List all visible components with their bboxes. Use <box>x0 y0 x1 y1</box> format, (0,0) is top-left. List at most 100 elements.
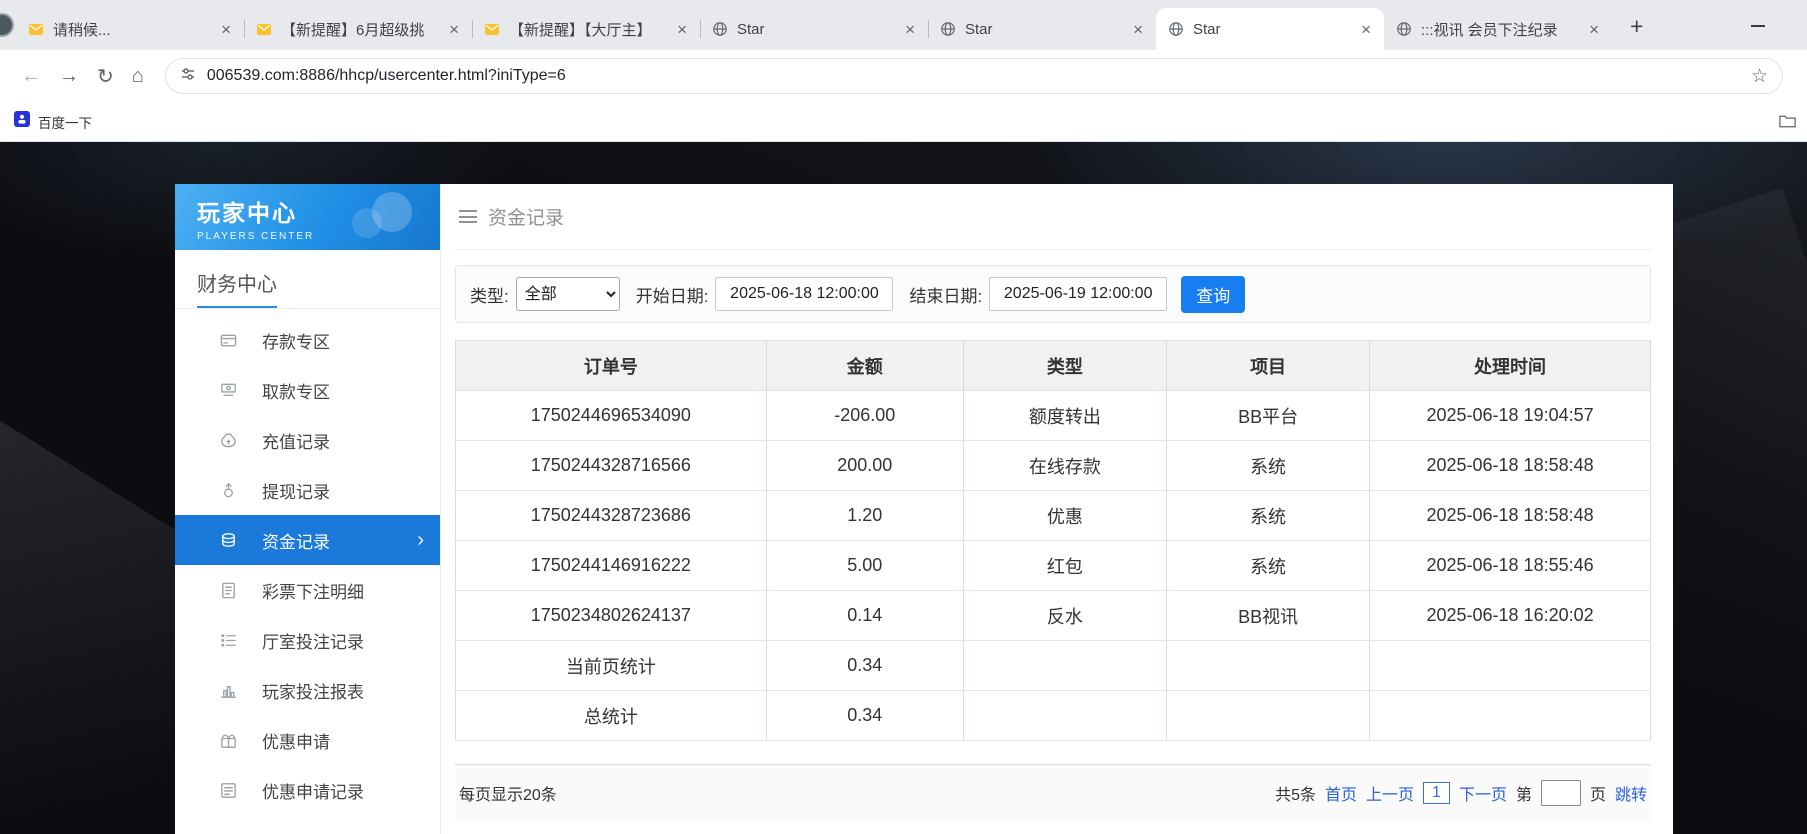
type-select[interactable]: 全部 <box>515 277 620 311</box>
prev-page-link[interactable]: 上一页 <box>1366 781 1414 805</box>
next-page-link[interactable]: 下一页 <box>1459 781 1507 805</box>
start-date-label: 开始日期: <box>635 286 709 306</box>
home-icon[interactable]: ⌂ <box>123 61 153 92</box>
table-cell <box>962 640 1168 691</box>
table-cell <box>962 690 1168 741</box>
sidebar-item-player-bet-report[interactable]: 玩家投注报表 <box>175 665 440 715</box>
pagination: 共5条 首页 上一页 1 下一页 第 页 跳转 <box>1275 780 1647 806</box>
browser-tab-6-active[interactable]: Star × <box>1156 8 1384 50</box>
table-footer: 每页显示20条 共5条 首页 上一页 1 下一页 第 页 跳转 <box>455 764 1651 821</box>
tab-title: Star <box>737 20 765 38</box>
sidebar-title: 玩家中心 <box>197 200 297 226</box>
browser-tab-4[interactable]: Star × <box>700 8 928 50</box>
sidebar-item-label: 优惠申请 <box>262 732 330 752</box>
table-row: 1750244328716566 200.00 在线存款 系统 2025-06-… <box>455 440 1651 491</box>
table-row: 1750234802624137 0.14 反水 BB视讯 2025-06-18… <box>455 590 1651 641</box>
tab-title: Star <box>1193 20 1221 38</box>
bookmark-star-icon[interactable]: ☆ <box>1751 65 1768 88</box>
table-cell: 1750244146916222 <box>455 540 767 591</box>
globe-favicon <box>712 21 728 37</box>
table-cell: BB视讯 <box>1165 590 1371 641</box>
sidebar-item-withdrawal-records[interactable]: 提现记录 <box>175 465 440 515</box>
address-bar[interactable]: 006539.com:8886/hhcp/usercenter.html?ini… <box>164 58 1783 94</box>
globe-favicon <box>940 21 956 37</box>
sidebar-section-personal: 个人中心 <box>175 815 440 834</box>
url-text[interactable]: 006539.com:8886/hhcp/usercenter.html?ini… <box>207 67 1740 85</box>
tab-close-icon[interactable]: × <box>674 21 690 38</box>
table-header-row: 订单号 金额 类型 项目 处理时间 <box>455 340 1651 391</box>
tab-close-icon[interactable]: × <box>446 21 462 38</box>
globe-favicon <box>1396 21 1412 37</box>
sidebar-section-label: 财务中心 <box>197 268 277 308</box>
tab-close-icon[interactable]: × <box>1130 21 1146 38</box>
sidebar-header: 玩家中心 PLAYERS CENTER <box>175 184 440 250</box>
table-row: 1750244146916222 5.00 红包 系统 2025-06-18 1… <box>455 540 1651 591</box>
table-cell: 在线存款 <box>962 440 1168 491</box>
col-header-time: 处理时间 <box>1369 340 1651 391</box>
total-count-text: 共5条 <box>1275 787 1316 804</box>
sidebar: 玩家中心 PLAYERS CENTER 财务中心 存款专区 取款专区 充值记录 <box>175 184 441 834</box>
query-button[interactable]: 查询 <box>1181 275 1246 313</box>
tab-close-icon[interactable]: × <box>902 21 918 38</box>
table-cell: 2025-06-18 18:58:48 <box>1369 440 1651 491</box>
tab-close-icon[interactable]: × <box>218 21 234 38</box>
sidebar-item-label: 取款专区 <box>262 382 330 402</box>
funds-records-table: 订单号 金额 类型 项目 处理时间 1750244696534090 -206.… <box>455 340 1651 741</box>
end-date-input[interactable] <box>989 277 1168 311</box>
tab-close-icon[interactable]: × <box>1358 21 1374 38</box>
sidebar-item-recharge-records[interactable]: 充值记录 <box>175 415 440 465</box>
site-settings-icon[interactable] <box>180 66 196 87</box>
bookmark-baidu[interactable]: 百度一下 <box>14 111 92 132</box>
sidebar-item-label: 彩票下注明细 <box>262 582 364 602</box>
hall-bet-list-icon <box>219 631 238 650</box>
first-page-link[interactable]: 首页 <box>1325 781 1357 805</box>
sidebar-item-funds-records[interactable]: 资金记录 › <box>175 515 440 565</box>
browser-tab-7[interactable]: :::视讯 会员下注纪录 × <box>1384 8 1612 50</box>
table-cell <box>1369 640 1651 691</box>
table-cell: 2025-06-18 18:55:46 <box>1369 540 1651 591</box>
new-tab-button[interactable]: + <box>1624 13 1649 40</box>
table-cell: 200.00 <box>765 440 964 491</box>
table-cell: -206.00 <box>765 390 964 441</box>
forward-icon[interactable]: → <box>50 61 88 92</box>
tab-title: 【新提醒】6月超级挑 <box>281 21 425 39</box>
main-area: 资金记录 类型: 全部 开始日期: 结束日期: 查询 订单号 金额 <box>441 184 1673 834</box>
tab-title: 【新提醒】【大厅主】 <box>509 21 652 39</box>
table-cell: 反水 <box>962 590 1168 641</box>
sidebar-item-promo-apply-records[interactable]: 优惠申请记录 <box>175 765 440 815</box>
sidebar-item-deposit[interactable]: 存款专区 <box>175 315 440 365</box>
current-page-badge[interactable]: 1 <box>1423 782 1450 804</box>
table-cell: 2025-06-18 19:04:57 <box>1369 390 1651 441</box>
mail-favicon <box>256 21 272 37</box>
table-cell: 2025-06-18 16:20:02 <box>1369 590 1651 641</box>
table-cell: 优惠 <box>962 490 1168 541</box>
table-cell: 系统 <box>1165 440 1371 491</box>
bookmarks-folder-icon[interactable] <box>1778 112 1797 136</box>
sidebar-item-lottery-bet-detail[interactable]: 彩票下注明细 <box>175 565 440 615</box>
player-report-chart-icon <box>219 681 238 700</box>
browser-tab-5[interactable]: Star × <box>928 8 1156 50</box>
sidebar-item-label: 玩家投注报表 <box>262 682 364 702</box>
funds-coins-icon <box>219 531 238 550</box>
sidebar-item-label: 存款专区 <box>262 332 330 352</box>
browser-tab-2[interactable]: 【新提醒】6月超级挑 × <box>244 8 472 50</box>
bookmarks-bar: 百度一下 <box>0 102 1807 142</box>
page-jump-input[interactable] <box>1540 780 1581 806</box>
browser-tab-3[interactable]: 【新提醒】【大厅主】 × <box>472 8 700 50</box>
hamburger-icon[interactable] <box>459 210 477 223</box>
jump-link[interactable]: 跳转 <box>1615 781 1647 805</box>
tab-title: Star <box>965 20 993 38</box>
reload-icon[interactable]: ↻ <box>88 60 123 93</box>
sidebar-item-promo-apply[interactable]: 优惠申请 <box>175 715 440 765</box>
back-icon[interactable]: ← <box>12 61 50 92</box>
start-date-input[interactable] <box>715 277 894 311</box>
table-cell: 0.34 <box>765 640 964 691</box>
browser-avatar[interactable] <box>0 13 14 37</box>
tab-title: 请稍候... <box>53 21 111 39</box>
minimize-button[interactable] <box>1751 25 1765 27</box>
tab-close-icon[interactable]: × <box>1586 21 1602 38</box>
sidebar-item-hall-bet-records[interactable]: 厅室投注记录 <box>175 615 440 665</box>
baidu-favicon <box>14 111 30 132</box>
browser-tab-1[interactable]: 请稍候... × <box>16 8 244 50</box>
sidebar-item-withdraw[interactable]: 取款专区 <box>175 365 440 415</box>
